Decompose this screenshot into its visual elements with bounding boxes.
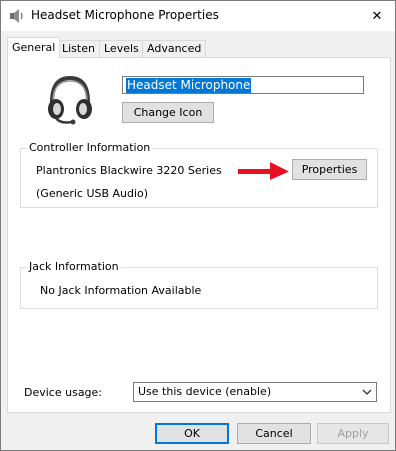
tab-advanced[interactable]: Advanced [142, 40, 207, 57]
jack-information-text: No Jack Information Available [40, 284, 202, 297]
speaker-icon [10, 9, 23, 23]
general-tab-panel: Headset Microphone Change Icon Controlle… [7, 57, 391, 413]
title-bar: Headset Microphone Properties ✕ [1, 1, 395, 31]
properties-dialog: Headset Microphone Properties ✕ General … [0, 0, 396, 451]
headset-icon [48, 75, 92, 125]
close-button[interactable]: ✕ [359, 1, 395, 31]
change-icon-button[interactable]: Change Icon [122, 102, 214, 123]
device-name-value: Headset Microphone [126, 78, 252, 93]
device-usage-label: Device usage: [24, 386, 103, 399]
tab-general[interactable]: General [7, 37, 61, 58]
tab-listen[interactable]: Listen [57, 40, 100, 57]
cancel-button[interactable]: Cancel [237, 423, 311, 444]
ok-button[interactable]: OK [155, 423, 229, 444]
controller-information-title: Controller Information [27, 141, 153, 154]
close-icon: ✕ [371, 8, 383, 24]
controller-properties-button[interactable]: Properties [292, 159, 367, 180]
device-name-input[interactable]: Headset Microphone [122, 76, 364, 94]
tab-strip: General Listen Levels Advanced [7, 37, 387, 58]
apply-button[interactable]: Apply [317, 423, 389, 444]
controller-name: Plantronics Blackwire 3220 Series [36, 164, 222, 177]
tab-levels[interactable]: Levels [99, 40, 144, 57]
jack-information-title: Jack Information [27, 260, 121, 273]
controller-driver: (Generic USB Audio) [36, 187, 149, 200]
chevron-down-icon [362, 389, 372, 395]
red-arrow-icon [238, 162, 289, 180]
window-title: Headset Microphone Properties [31, 8, 219, 22]
device-usage-select[interactable]: Use this device (enable) [133, 382, 377, 402]
device-usage-value: Use this device (enable) [138, 385, 272, 398]
